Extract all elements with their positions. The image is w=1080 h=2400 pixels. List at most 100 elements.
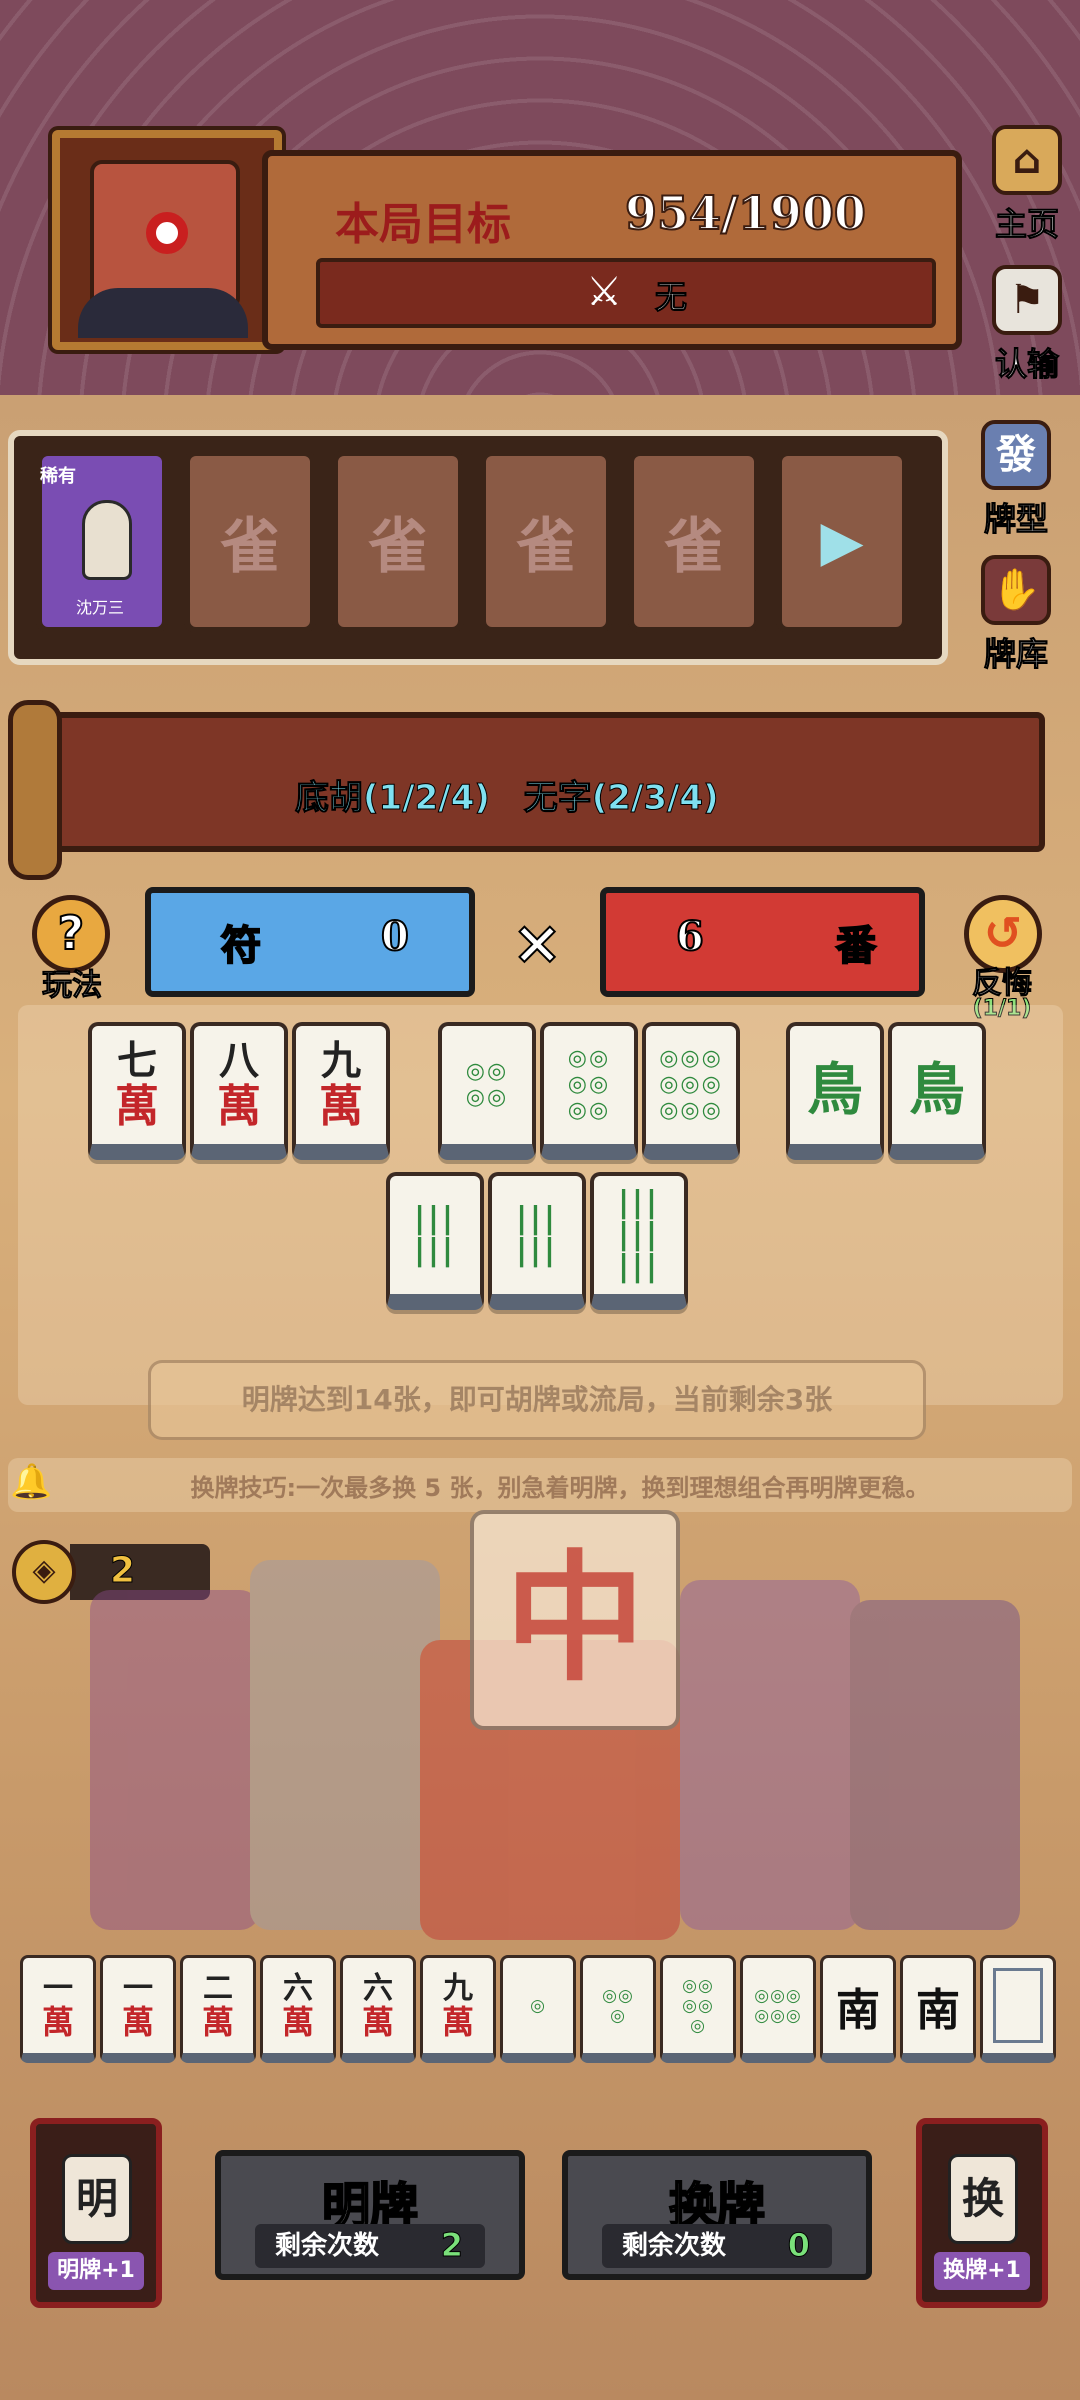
bamboo-tile[interactable]: ||| ||| |||	[590, 1172, 688, 1310]
dots-tile[interactable]: ◎◎ ◎◎ ◎	[660, 1955, 736, 2063]
dots-tile[interactable]: ◎◎ ◎	[580, 1955, 656, 2063]
reveal-remaining-count: 2	[440, 2226, 463, 2265]
book-icon: 發	[981, 420, 1051, 490]
joker-name: 沈万三	[76, 598, 125, 617]
bamboo-tile[interactable]: ||| |||	[488, 1172, 586, 1310]
fu-value: 0	[380, 912, 410, 961]
empty-joker-slot[interactable]: 雀	[628, 450, 760, 633]
condition-text: 无	[654, 278, 688, 317]
swap-remaining-count: 0	[787, 2226, 810, 2265]
tile-number: 一	[43, 1970, 73, 2006]
empty-joker-slot[interactable]: 雀	[332, 450, 464, 633]
reveal-plus-card[interactable]: 明 明牌+1	[30, 2118, 162, 2308]
tile-suit: 萬	[41, 2002, 74, 2041]
home-label: 主页	[994, 205, 1059, 244]
home-button[interactable]: ⌂ 主页	[985, 125, 1069, 245]
bird-icon: 鳥	[807, 1056, 863, 1123]
bamboo-sticks-icon: ||| |||	[414, 1201, 456, 1268]
tile-library-button[interactable]: ✋ 牌库	[966, 555, 1066, 675]
character-dots-tile	[680, 1580, 860, 1930]
slot-glyph: 雀	[664, 512, 724, 582]
dots-tile[interactable]: ◎◎ ◎◎	[438, 1022, 536, 1160]
target-label: 本局目标	[335, 199, 511, 250]
white-flag-icon: ⚑	[992, 265, 1062, 335]
watch-ad-slot[interactable]: ▶	[776, 450, 908, 633]
swap-plus-card[interactable]: 换 换牌+1	[916, 2118, 1048, 2308]
dots-tile[interactable]: ◎◎◎ ◎◎◎ ◎◎◎	[642, 1022, 740, 1160]
bamboo-sticks-icon: ||| |||	[516, 1201, 558, 1268]
character-tile[interactable]: 九萬	[420, 1955, 496, 2063]
rules-label: 玩法	[42, 968, 103, 1004]
crossed-swords-icon: ⚔	[586, 269, 622, 315]
opponent-portrait	[52, 130, 282, 350]
circle-dots-icon: ◎◎ ◎◎ ◎◎	[567, 1046, 611, 1123]
character-tile[interactable]: 六萬	[260, 1955, 336, 2063]
tile-number: 六	[283, 1970, 313, 2006]
bird-icon: 鳥	[909, 1056, 965, 1123]
character-tile[interactable]: 八萬	[190, 1022, 288, 1160]
swap-tip: 换牌技巧:一次最多换 5 张，别急着明牌，换到理想组合再明牌更稳。	[190, 1474, 930, 1502]
circle-dots-icon: ◎◎ ◎	[602, 1985, 634, 2026]
eye-icon	[146, 212, 188, 254]
tile-suit: 萬	[441, 2002, 474, 2041]
tile-suit: 萬	[281, 2002, 314, 2041]
slot-glyph: 雀	[516, 512, 576, 582]
bell-icon: 🔔	[10, 1462, 53, 1502]
slot-glyph: 雀	[220, 512, 280, 582]
hand-types-button[interactable]: 發 牌型	[966, 420, 1066, 540]
dots-tile[interactable]: ◎	[500, 1955, 576, 2063]
multiply-sign: ×	[511, 907, 563, 979]
surrender-label: 认输	[994, 345, 1059, 384]
tile-suit: 萬	[361, 2002, 394, 2041]
bamboo-one-tile[interactable]: 鳥	[888, 1022, 986, 1160]
slot-glyph: 雀	[368, 512, 428, 582]
red-dragon-tile-art: 中	[470, 1510, 680, 1730]
character-tile[interactable]: 一萬	[20, 1955, 96, 2063]
circle-dots-icon: ◎	[530, 1995, 546, 2016]
reveal-tile-art: 明	[62, 2154, 132, 2244]
dots-tile[interactable]: ◎◎◎ ◎◎◎	[740, 1955, 816, 2063]
bamboo-one-tile[interactable]: 鳥	[786, 1022, 884, 1160]
tile-number: 九	[321, 1037, 361, 1084]
bamboo-tile[interactable]: ||| |||	[386, 1172, 484, 1310]
reveal-hint: 明牌达到14张，即可胡牌或流局，当前剩余3张	[241, 1383, 833, 1416]
wind-tile[interactable]: 南	[820, 1955, 896, 2063]
tile-suit: 萬	[115, 1081, 159, 1132]
character-abacus	[850, 1600, 1020, 1930]
character-tile[interactable]: 一萬	[100, 1955, 176, 2063]
surrender-button[interactable]: ⚑ 认输	[985, 265, 1069, 385]
tile-number: 一	[123, 1970, 153, 2006]
fan-value: 6	[675, 912, 705, 961]
tile-number: 七	[117, 1037, 157, 1084]
tile-suit: 萬	[121, 2002, 154, 2041]
circle-dots-icon: ◎◎◎ ◎◎◎	[754, 1985, 802, 2026]
tile-number: 八	[219, 1037, 259, 1084]
merchant-figure	[82, 500, 132, 580]
wind-tile[interactable]: 南	[900, 1955, 976, 2063]
scroll-roller	[8, 700, 62, 880]
fu-label: 符	[220, 921, 262, 970]
white-dragon-tile[interactable]	[980, 1955, 1056, 2063]
tile-suit: 萬	[217, 1081, 261, 1132]
tv-play-icon: ▶	[820, 509, 864, 574]
reveal-button[interactable]: 明牌 剩余次数 2	[215, 2150, 525, 2280]
reveal-plus-label: 明牌+1	[48, 2252, 144, 2290]
fu-panel: 符 0	[145, 887, 475, 997]
character-tile[interactable]: 九萬	[292, 1022, 390, 1160]
question-icon: ?	[57, 905, 86, 961]
swap-tile-art: 换	[948, 2154, 1018, 2244]
hand-types-label: 牌型	[983, 500, 1048, 539]
empty-joker-slot[interactable]: 雀	[480, 450, 612, 633]
character-tile[interactable]: 六萬	[340, 1955, 416, 2063]
swap-button[interactable]: 换牌 剩余次数 0	[562, 2150, 872, 2280]
character-tile[interactable]: 二萬	[180, 1955, 256, 2063]
tile-suit: 萬	[319, 1081, 363, 1132]
fan-label: 番	[835, 921, 877, 970]
dots-tile[interactable]: ◎◎ ◎◎ ◎◎	[540, 1022, 638, 1160]
empty-joker-slot[interactable]: 雀	[184, 450, 316, 633]
character-tile[interactable]: 七萬	[88, 1022, 186, 1160]
hand-tile-icon: ✋	[981, 555, 1051, 625]
circle-dots-icon: ◎◎ ◎◎	[465, 1059, 509, 1110]
tile-number: 九	[443, 1970, 473, 2006]
portrait-body	[78, 288, 248, 338]
